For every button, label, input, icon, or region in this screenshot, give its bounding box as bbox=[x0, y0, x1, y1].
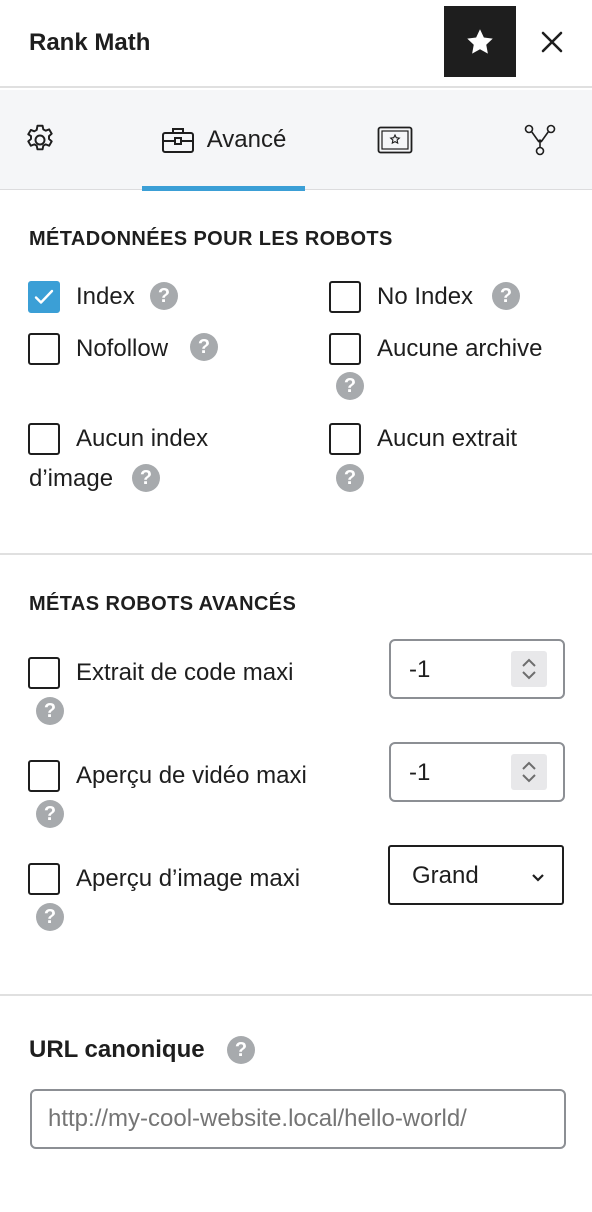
sidebar-header: Rank Math bbox=[0, 0, 592, 88]
tab-advanced[interactable]: Avancé bbox=[142, 90, 305, 190]
tab-general[interactable] bbox=[0, 90, 80, 190]
nosnippet-checkbox[interactable] bbox=[329, 423, 361, 455]
help-icon[interactable]: ? bbox=[336, 464, 364, 492]
max-image-value: Grand bbox=[412, 862, 479, 889]
star-button[interactable] bbox=[444, 6, 516, 77]
max-snippet-label: Extrait de code maxi bbox=[76, 659, 294, 686]
robots-meta-title: MÉTADONNÉES POUR LES ROBOTS bbox=[29, 228, 393, 250]
tab-schema[interactable] bbox=[355, 90, 435, 190]
help-icon[interactable]: ? bbox=[336, 372, 364, 400]
star-icon bbox=[467, 28, 493, 54]
index-label: Index bbox=[76, 283, 135, 310]
max-video-value: -1 bbox=[409, 759, 431, 786]
chevron-up-down-icon bbox=[522, 761, 536, 783]
max-image-label: Aperçu d’image maxi bbox=[76, 865, 301, 892]
index-checkbox[interactable] bbox=[28, 281, 60, 313]
help-icon[interactable]: ? bbox=[36, 903, 64, 931]
noimageindex-checkbox[interactable] bbox=[28, 423, 60, 455]
number-spinner[interactable] bbox=[511, 754, 547, 790]
max-snippet-input[interactable]: -1 bbox=[389, 639, 565, 699]
noimageindex-label-line1: Aucun index bbox=[76, 425, 209, 452]
max-video-checkbox[interactable] bbox=[28, 760, 60, 792]
help-icon[interactable]: ? bbox=[492, 282, 520, 310]
tab-bar: Avancé bbox=[0, 90, 592, 191]
noarchive-checkbox[interactable] bbox=[329, 333, 361, 365]
section-divider bbox=[0, 553, 592, 555]
schema-icon bbox=[377, 126, 413, 154]
help-icon[interactable]: ? bbox=[227, 1036, 255, 1064]
active-tab-indicator bbox=[142, 186, 305, 191]
noarchive-label: Aucune archive bbox=[377, 335, 543, 362]
panel-title: Rank Math bbox=[29, 29, 151, 56]
tab-advanced-label: Avancé bbox=[206, 126, 287, 153]
nofollow-checkbox[interactable] bbox=[28, 333, 60, 365]
close-button[interactable] bbox=[530, 20, 574, 64]
help-icon[interactable]: ? bbox=[132, 464, 160, 492]
section-divider bbox=[0, 994, 592, 996]
nosnippet-label: Aucun extrait bbox=[377, 425, 518, 452]
max-image-select[interactable]: Grand bbox=[388, 845, 564, 905]
check-icon bbox=[34, 289, 54, 304]
help-icon[interactable]: ? bbox=[150, 282, 178, 310]
canonical-url-input[interactable] bbox=[30, 1089, 566, 1149]
chevron-up-down-icon bbox=[522, 658, 536, 680]
max-snippet-value: -1 bbox=[409, 656, 431, 683]
close-icon bbox=[541, 31, 563, 53]
share-icon bbox=[524, 124, 556, 156]
canonical-url-title: URL canonique bbox=[29, 1036, 205, 1063]
max-video-input[interactable]: -1 bbox=[389, 742, 565, 802]
number-spinner[interactable] bbox=[511, 651, 547, 687]
advanced-robots-title: MÉTAS ROBOTS AVANCÉS bbox=[29, 593, 297, 615]
max-video-label: Aperçu de vidéo maxi bbox=[76, 762, 307, 789]
max-snippet-checkbox[interactable] bbox=[28, 657, 60, 689]
gear-icon bbox=[27, 124, 53, 151]
noindex-checkbox[interactable] bbox=[329, 281, 361, 313]
tab-social[interactable] bbox=[500, 90, 580, 190]
toolbox-icon bbox=[161, 128, 194, 153]
nofollow-label: Nofollow bbox=[76, 335, 169, 362]
help-icon[interactable]: ? bbox=[36, 800, 64, 828]
noindex-label: No Index bbox=[377, 283, 474, 310]
max-image-checkbox[interactable] bbox=[28, 863, 60, 895]
help-icon[interactable]: ? bbox=[190, 333, 218, 361]
noimageindex-label-line2: d’image bbox=[29, 465, 114, 492]
chevron-down-icon bbox=[532, 874, 544, 882]
help-icon[interactable]: ? bbox=[36, 697, 64, 725]
